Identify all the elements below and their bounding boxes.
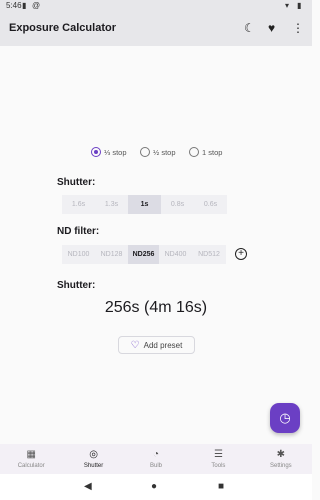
nav-item-settings[interactable]: ✱ Settings [250,444,312,474]
shutter-option[interactable]: 0.6s [194,195,227,214]
radio-label: 1 stop [202,147,223,157]
stop-radio-group: ⅓ stop ½ stop 1 stop [0,145,312,159]
shutter-option-selected[interactable]: 1s [128,195,161,214]
calculator-icon: ▦ [26,449,36,460]
nav-label: Calculator [17,463,45,469]
nav-label: Settings [269,463,292,469]
add-preset-label: Add preset [143,340,183,350]
radio-one-stop[interactable]: 1 stop [189,145,222,159]
result-label: Shutter: [57,280,96,291]
status-time: 5:46 [6,1,22,10]
notification-icon: ▮ [22,1,27,10]
shutter-option[interactable]: 1.3s [95,195,128,214]
shutter-label: Shutter: [57,177,96,188]
app-bar: Exposure Calculator ☾ ♥ ⋮ [0,12,312,46]
nav-item-shutter[interactable]: ◎ Shutter [62,444,124,474]
stopwatch-icon: ◷ [279,410,291,425]
shutter-option[interactable]: 1.6s [62,195,95,214]
nav-item-tools[interactable]: ☰ Tools [187,444,249,474]
at-icon: @ [32,1,41,10]
heart-icon[interactable]: ♥ [268,21,275,35]
nd-filter-selector: ND100 ND128 ND256 ND400 ND512 [62,245,226,264]
nav-item-calculator[interactable]: ▦ Calculator [0,444,62,474]
recents-icon[interactable]: ■ [218,480,224,494]
gear-icon: ✱ [276,449,286,460]
nd-option[interactable]: ND512 [192,245,226,264]
result-value: 256s (4m 16s) [104,299,208,316]
shutter-option[interactable]: 0.8s [161,195,194,214]
nd-filter-label: ND filter: [57,226,100,237]
battery-icon: ▮ [297,1,302,10]
nd-option[interactable]: ND128 [95,245,128,264]
more-vertical-icon[interactable]: ⋮ [292,21,304,35]
back-icon[interactable]: ◀ [84,480,92,494]
home-icon[interactable]: ● [151,480,157,494]
radio-third-stop[interactable]: ⅓ stop [91,145,127,159]
bottom-nav: ▦ Calculator ◎ Shutter ◔ Bulb ☰ Tools ✱ … [0,444,312,474]
radio-label: ½ stop [153,147,176,157]
nav-label: Shutter [83,463,104,469]
system-nav-bar: ◀ ● ■ [0,474,312,500]
shutter-icon: ◎ [89,449,98,460]
nav-label: Tools [211,463,226,469]
app-title: Exposure Calculator [9,22,116,34]
add-nd-filter-icon[interactable]: + [235,248,247,260]
nd-option-selected[interactable]: ND256 [128,245,159,264]
moon-icon[interactable]: ☾ [244,21,255,35]
heart-outline-icon: ♡ [130,339,140,351]
radio-circle-icon [91,147,101,157]
radio-label: ⅓ stop [104,147,127,157]
radio-circle-icon [189,147,199,157]
wifi-icon: ▾ [285,1,290,10]
timer-fab[interactable]: ◷ [270,403,300,433]
radio-half-stop[interactable]: ½ stop [140,145,176,159]
status-bar: 5:46 ▮ @ ▾ ▮ [0,0,312,12]
nd-option[interactable]: ND400 [159,245,192,264]
nav-label: Bulb [150,463,163,469]
radio-circle-icon [140,147,150,157]
clock-icon: ◔ [152,449,160,460]
shutter-selector: 1.6s 1.3s 1s 0.8s 0.6s [62,195,227,214]
nd-option[interactable]: ND100 [62,245,95,264]
sliders-icon: ☰ [213,449,223,460]
nav-item-bulb[interactable]: ◔ Bulb [125,444,187,474]
add-preset-button[interactable]: ♡ Add preset [118,336,195,354]
